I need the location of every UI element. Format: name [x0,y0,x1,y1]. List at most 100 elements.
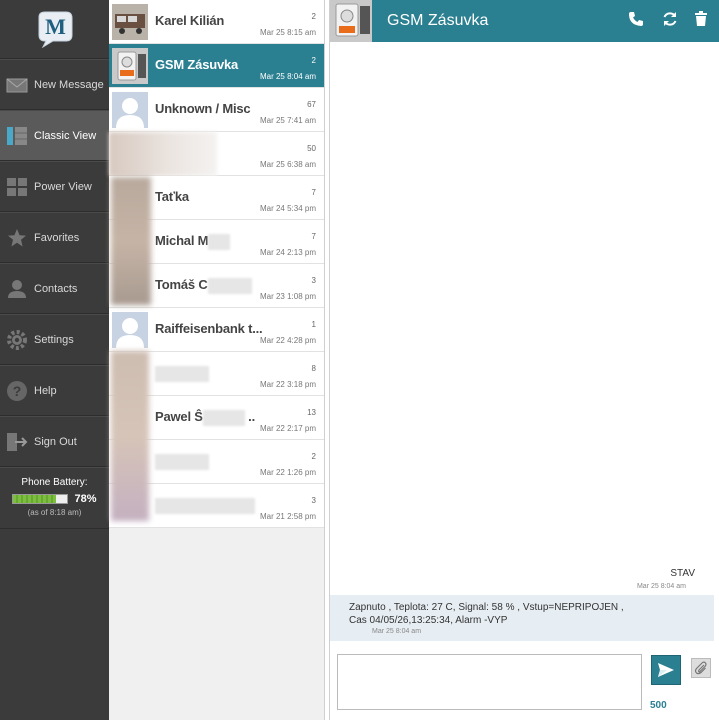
message-count: 13 [307,408,316,417]
conversation-item[interactable]: Raiffeisenbank t... 1 Mar 22 4:28 pm [109,308,324,352]
conversation-name: Michal M [155,233,231,250]
nav-classic-view[interactable]: Classic View [0,110,109,161]
conversation-time: Mar 25 7:41 am [259,116,316,125]
redacted-text [155,453,209,470]
outgoing-message: STAV Mar 25 8:04 am [334,562,714,592]
conversation-name [155,365,209,382]
paperclip-icon [694,661,707,675]
characters-left: 500 [650,700,667,711]
nav-sign-out[interactable]: Sign Out [0,416,109,467]
gear-icon [0,329,34,351]
message-text-line: Cas 04/05/26,13:25:34, Alarm -VYP [349,615,508,626]
message-count: 1 [311,320,316,329]
nav-new-message[interactable]: New Message [0,59,109,110]
conversation-list: Karel Kilián 2 Mar 25 8:15 am GSM Zásuvk… [109,0,325,720]
chat-contact-avatar [330,0,372,42]
conversation-time: Mar 23 1:08 pm [259,292,316,301]
chat-title: GSM Zásuvka [387,12,489,29]
message-thread: STAV Mar 25 8:04 am Zapnuto , Teplota: 2… [330,42,719,642]
nav-new-message-label: New Message [34,78,104,91]
message-text-line: Zapnuto , Teplota: 27 C, Signal: 58 % , … [349,602,624,613]
chat-header: GSM Zásuvka [330,0,719,42]
message-count: 7 [311,188,316,197]
conversation-name: Taťka [155,189,189,204]
conversation-item[interactable]: Karel Kilián 2 Mar 25 8:15 am [109,0,324,44]
message-count: 2 [311,56,316,65]
message-count: 50 [307,144,316,153]
conversation-item[interactable]: Unknown / Misc 67 Mar 25 7:41 am [109,88,324,132]
app-logo[interactable]: M [0,0,109,59]
help-icon: ? [0,380,34,402]
conversation-time: Mar 25 6:38 am [259,160,316,169]
conversation-item[interactable]: 50 Mar 25 6:38 am [109,132,324,176]
nav-settings[interactable]: Settings [0,314,109,365]
phone-battery: Phone Battery: 78% (as of 8:18 am) [0,467,109,529]
battery-percent: 78% [74,493,97,505]
nav-help[interactable]: ? Help [0,365,109,416]
conversation-name-text: Pawel Ŝ [155,409,203,424]
refresh-button[interactable] [661,10,679,28]
nav-favorites-label: Favorites [34,231,80,244]
nav-help-label: Help [34,384,57,397]
attach-button[interactable] [691,658,711,678]
message-count: 67 [307,100,316,109]
conversation-time: Mar 25 8:04 am [259,72,316,81]
conversation-name: GSM Zásuvka [155,57,239,72]
incoming-message: Zapnuto , Teplota: 27 C, Signal: 58 % , … [330,595,714,641]
nav-contacts[interactable]: Contacts [0,263,109,314]
message-time: Mar 25 8:04 am [372,628,422,635]
conversation-name: Tomáš C [155,277,252,294]
nav-favorites[interactable]: Favorites [0,212,109,263]
phone-icon [629,12,643,26]
blurred-avatar [109,132,217,176]
conversation-time: Mar 22 4:28 pm [259,336,316,345]
send-button[interactable] [651,655,681,685]
redacted-text [202,409,245,426]
message-count: 7 [311,232,316,241]
message-count: 2 [311,452,316,461]
message-count: 2 [311,12,316,21]
redacted-text [207,277,252,294]
refresh-icon [663,12,677,26]
battery-fill [13,495,56,503]
conversation-time: Mar 25 8:15 am [259,28,316,37]
person-icon [0,279,34,299]
svg-text:M: M [45,14,66,39]
contact-avatar [112,4,148,40]
conversation-name-text: Tomáš C [155,277,208,292]
conversation-name: Raiffeisenbank t... [155,321,263,336]
message-text: STAV [670,568,695,579]
conversation-name [155,453,209,470]
conversation-time: Mar 22 3:18 pm [259,380,316,389]
conversation-name-text: Michal M [155,233,209,248]
conversation-time: Mar 21 2:58 pm [259,512,316,521]
nav-power-view[interactable]: Power View [0,161,109,212]
delete-button[interactable] [692,10,710,28]
conversation-time: Mar 22 1:26 pm [259,468,316,477]
message-count: 3 [311,496,316,505]
contact-avatar [112,48,148,84]
blurred-avatar [111,177,151,305]
nav-classic-view-label: Classic View [34,129,97,142]
battery-as-of: (as of 8:18 am) [27,508,82,517]
redacted-text [208,233,231,250]
call-button[interactable] [627,10,645,28]
conversation-time: Mar 24 2:13 pm [259,248,316,257]
grid-icon [0,177,34,197]
send-icon [658,663,674,677]
battery-label: Phone Battery: [21,477,88,488]
chat-pane: GSM Zásuvka STAV Mar 25 8:04 am Zapnuto … [329,0,719,720]
envelope-icon [0,77,34,93]
conversation-name: Unknown / Misc [155,101,251,116]
message-input[interactable] [337,654,642,710]
conversation-item-selected[interactable]: GSM Zásuvka 2 Mar 25 8:04 am [109,44,324,88]
sign-out-icon [0,432,34,452]
default-avatar-icon [112,92,148,128]
conversation-time: Mar 22 2:17 pm [259,424,316,433]
redacted-text [155,497,255,514]
redacted-text [155,365,209,382]
main-nav: M New Message Classic View Power View Fa… [0,0,109,720]
nav-contacts-label: Contacts [34,282,78,295]
conversation-name: Pawel Ŝ .. [155,409,255,426]
trash-icon [695,11,707,26]
